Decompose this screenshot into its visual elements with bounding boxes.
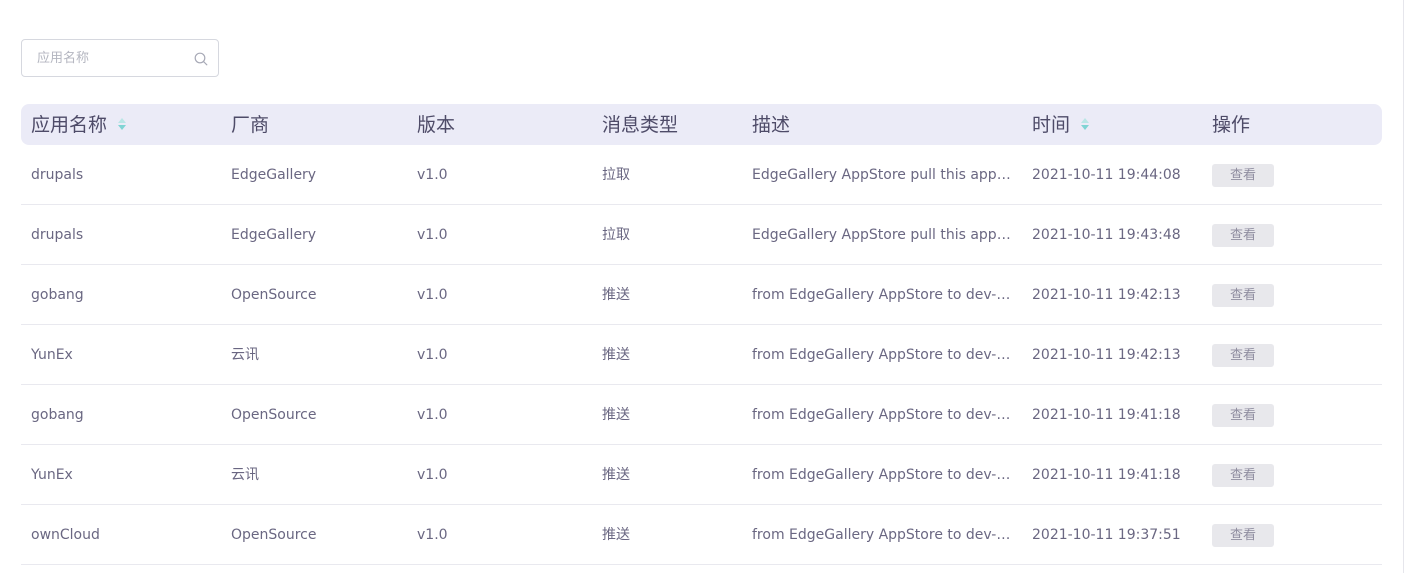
column-header-app-name[interactable]: 应用名称 [31,104,127,145]
cell-message-type: 推送 [602,287,630,303]
cell-app-name: ownCloud [31,527,100,543]
column-header-version: 版本 [417,114,456,136]
view-button[interactable]: 查看 [1212,464,1274,487]
table-row: ownCloud OpenSource v1.0 推送 from EdgeGal… [21,505,1382,565]
cell-message-type: 推送 [602,527,630,543]
sort-icon[interactable] [1080,117,1090,131]
table-row: drupals EdgeGallery v1.0 拉取 EdgeGallery … [21,205,1382,265]
cell-description: from EdgeGallery AppStore to dev-en… [752,347,1012,363]
cell-vendor: OpenSource [231,527,317,543]
cell-version: v1.0 [417,287,448,303]
cell-description: EdgeGallery AppStore pull this app fro… [752,167,1012,183]
view-button[interactable]: 查看 [1212,224,1274,247]
column-header-app-name-label: 应用名称 [31,114,108,136]
column-header-vendor: 厂商 [231,114,270,136]
view-button[interactable]: 查看 [1212,404,1274,427]
cell-version: v1.0 [417,227,448,243]
cell-app-name: gobang [31,287,84,303]
view-button[interactable]: 查看 [1212,284,1274,307]
cell-time: 2021-10-11 19:41:18 [1032,407,1181,423]
cell-app-name: drupals [31,167,84,183]
column-header-time-label: 时间 [1032,114,1071,136]
table-row: YunEx 云讯 v1.0 推送 from EdgeGallery AppSto… [21,325,1382,385]
cell-message-type: 拉取 [602,167,630,183]
cell-description: from EdgeGallery AppStore to dev-en… [752,527,1012,543]
cell-version: v1.0 [417,467,448,483]
column-header-description: 描述 [752,114,791,136]
table-row: drupals EdgeGallery v1.0 拉取 EdgeGallery … [21,145,1382,205]
cell-vendor: 云讯 [231,347,259,363]
cell-time: 2021-10-11 19:44:08 [1032,167,1181,183]
search-icon[interactable] [194,52,208,66]
sort-icon[interactable] [117,117,127,131]
cell-vendor: OpenSource [231,407,317,423]
cell-message-type: 拉取 [602,227,630,243]
table-row: YunEx 云讯 v1.0 推送 from EdgeGallery AppSto… [21,445,1382,505]
column-header-actions: 操作 [1212,114,1251,136]
cell-time: 2021-10-11 19:41:18 [1032,467,1181,483]
cell-app-name: gobang [31,407,84,423]
table-header: 应用名称 厂商 版本 消息类型 描述 时间 操作 [21,104,1382,145]
column-header-message-type: 消息类型 [602,114,679,136]
table-row: gobang OpenSource v1.0 推送 from EdgeGalle… [21,385,1382,445]
cell-vendor: EdgeGallery [231,227,317,243]
cell-message-type: 推送 [602,347,630,363]
cell-version: v1.0 [417,167,448,183]
message-table: 应用名称 厂商 版本 消息类型 描述 时间 操作 drupals EdgeGal… [21,104,1382,565]
cell-app-name: drupals [31,227,84,243]
table-row: gobang OpenSource v1.0 推送 from EdgeGalle… [21,265,1382,325]
cell-time: 2021-10-11 19:43:48 [1032,227,1181,243]
cell-description: from EdgeGallery AppStore to dev-en… [752,467,1012,483]
search-box [21,39,219,77]
column-header-time[interactable]: 时间 [1032,104,1090,145]
cell-time: 2021-10-11 19:42:13 [1032,287,1181,303]
cell-message-type: 推送 [602,407,630,423]
view-button[interactable]: 查看 [1212,164,1274,187]
cell-message-type: 推送 [602,467,630,483]
cell-description: EdgeGallery AppStore pull this app fro… [752,227,1012,243]
cell-app-name: YunEx [31,347,73,363]
cell-vendor: EdgeGallery [231,167,317,183]
cell-time: 2021-10-11 19:42:13 [1032,347,1181,363]
cell-version: v1.0 [417,527,448,543]
view-button[interactable]: 查看 [1212,524,1274,547]
cell-time: 2021-10-11 19:37:51 [1032,527,1181,543]
cell-app-name: YunEx [31,467,73,483]
search-input[interactable] [22,40,192,76]
cell-vendor: OpenSource [231,287,317,303]
cell-description: from EdgeGallery AppStore to dev-en… [752,287,1012,303]
cell-version: v1.0 [417,347,448,363]
cell-vendor: 云讯 [231,467,259,483]
view-button[interactable]: 查看 [1212,344,1274,367]
cell-version: v1.0 [417,407,448,423]
cell-description: from EdgeGallery AppStore to dev-en… [752,407,1012,423]
